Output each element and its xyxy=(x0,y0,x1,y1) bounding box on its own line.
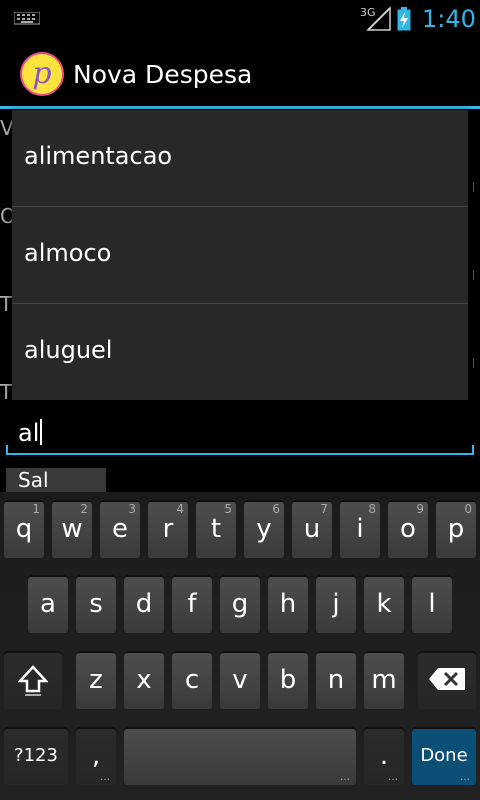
key-p[interactable]: 0p xyxy=(436,500,476,558)
input-underline xyxy=(6,453,474,455)
tag-input[interactable] xyxy=(6,410,474,456)
key-label: . xyxy=(379,741,389,771)
input-underline-left xyxy=(6,445,8,455)
backspace-icon xyxy=(429,668,465,690)
key-label: r xyxy=(162,514,174,544)
key-e[interactable]: 3e xyxy=(100,500,140,558)
key-label: m xyxy=(371,665,397,695)
field-edge xyxy=(473,270,474,280)
action-bar-divider xyxy=(0,106,480,109)
key-label: a xyxy=(40,589,56,619)
key-label: i xyxy=(356,514,364,544)
done-key[interactable]: Done … xyxy=(412,727,476,785)
key-q[interactable]: 1q xyxy=(4,500,44,558)
keyboard-indicator-icon xyxy=(14,12,40,25)
status-bar: 3G 1:40 xyxy=(0,0,480,38)
key-label: p xyxy=(447,514,465,544)
key-label: Done xyxy=(420,745,468,766)
suggestion-label: aluguel xyxy=(24,336,113,364)
key-n[interactable]: n xyxy=(316,651,356,709)
signal-icon xyxy=(366,6,391,31)
key-x[interactable]: x xyxy=(124,651,164,709)
page-title: Nova Despesa xyxy=(73,60,253,89)
key-l[interactable]: l xyxy=(412,575,452,633)
key-label: c xyxy=(184,665,200,695)
clock: 1:40 xyxy=(422,5,476,33)
more-keys-indicator: … xyxy=(388,772,398,783)
key-z[interactable]: z xyxy=(76,651,116,709)
key-m[interactable]: m xyxy=(364,651,404,709)
suggestion-item[interactable]: aluguel xyxy=(12,304,468,400)
key-o[interactable]: 9o xyxy=(388,500,428,558)
symbols-key[interactable]: ?123 xyxy=(4,727,68,785)
key-label: b xyxy=(279,665,297,695)
shift-key[interactable] xyxy=(4,651,62,709)
key-u[interactable]: 7u xyxy=(292,500,332,558)
key-s[interactable]: s xyxy=(76,575,116,633)
battery-charging-icon xyxy=(397,7,411,31)
more-keys-indicator: … xyxy=(340,772,350,783)
key-label: , xyxy=(91,741,101,771)
input-underline-right xyxy=(472,445,474,455)
key-label: e xyxy=(112,514,128,544)
key-f[interactable]: f xyxy=(172,575,212,633)
key-label: k xyxy=(376,589,392,619)
key-label: o xyxy=(400,514,416,544)
field-edge xyxy=(473,358,474,368)
key-h[interactable]: h xyxy=(268,575,308,633)
key-label: d xyxy=(135,589,153,619)
key-label: q xyxy=(15,514,33,544)
app-logo-icon[interactable]: p xyxy=(20,52,64,96)
suggestion-label: alimentacao xyxy=(24,142,173,170)
key-g[interactable]: g xyxy=(220,575,260,633)
key-label: t xyxy=(210,514,222,544)
app-logo-letter: p xyxy=(32,56,52,91)
key-label: u xyxy=(303,514,321,544)
key-k[interactable]: k xyxy=(364,575,404,633)
key-label: w xyxy=(61,514,83,544)
period-key[interactable]: .… xyxy=(364,727,404,785)
key-label: l xyxy=(428,589,436,619)
suggestion-label: almoco xyxy=(24,239,112,267)
suggestion-item[interactable]: alimentacao xyxy=(12,110,468,206)
key-v[interactable]: v xyxy=(220,651,260,709)
key-a[interactable]: a xyxy=(28,575,68,633)
suggestion-item[interactable]: almoco xyxy=(12,207,468,303)
backspace-key[interactable] xyxy=(418,651,476,709)
text-cursor xyxy=(40,419,43,445)
key-label: n xyxy=(327,665,345,695)
soft-keyboard: 1q 2w 3e 4r 5t 6y 7u 8i 9o 0p a s d f g … xyxy=(0,492,480,800)
key-d[interactable]: d xyxy=(124,575,164,633)
key-b[interactable]: b xyxy=(268,651,308,709)
key-label: z xyxy=(89,665,103,695)
field-edge xyxy=(473,182,474,192)
key-label: y xyxy=(256,514,272,544)
more-keys-indicator: … xyxy=(460,772,470,783)
key-t[interactable]: 5t xyxy=(196,500,236,558)
key-y[interactable]: 6y xyxy=(244,500,284,558)
key-label: v xyxy=(232,665,248,695)
key-label: f xyxy=(187,589,197,619)
key-j[interactable]: j xyxy=(316,575,356,633)
key-label: j xyxy=(332,589,340,619)
key-w[interactable]: 2w xyxy=(52,500,92,558)
key-r[interactable]: 4r xyxy=(148,500,188,558)
field-label-tag: T xyxy=(0,380,13,404)
key-label: ?123 xyxy=(14,745,58,766)
key-label: x xyxy=(136,665,152,695)
shift-arrow-icon xyxy=(18,665,48,696)
tag-input-value: al xyxy=(18,419,43,447)
key-i[interactable]: 8i xyxy=(340,500,380,558)
space-key[interactable]: … xyxy=(124,727,356,785)
autocomplete-dropdown: alimentacao almoco aluguel xyxy=(12,110,468,400)
key-label: g xyxy=(231,589,249,619)
comma-key[interactable]: ,… xyxy=(76,727,116,785)
more-keys-indicator: … xyxy=(100,772,110,783)
key-label: s xyxy=(89,589,103,619)
key-c[interactable]: c xyxy=(172,651,212,709)
field-label-type: T xyxy=(0,292,13,316)
key-label: h xyxy=(279,589,297,619)
